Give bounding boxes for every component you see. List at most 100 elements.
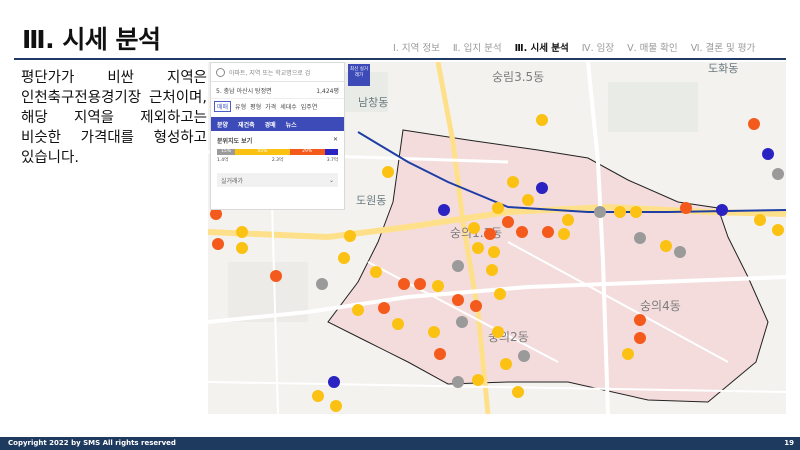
price-dot[interactable]: [330, 400, 342, 412]
price-dot[interactable]: [312, 390, 324, 402]
price-dot[interactable]: [772, 224, 784, 236]
price-dot[interactable]: [452, 294, 464, 306]
page-title: Ⅲ. 시세 분석: [22, 25, 161, 54]
price-dot[interactable]: [236, 226, 248, 238]
price-dot[interactable]: [212, 238, 224, 250]
filter-units[interactable]: 세대수: [280, 102, 297, 111]
price-dot[interactable]: [378, 302, 390, 314]
price-dot[interactable]: [316, 278, 328, 290]
distribution-header: 분위지도 보기 ✕: [211, 131, 344, 145]
price-dot[interactable]: [516, 226, 528, 238]
price-dot[interactable]: [660, 240, 672, 252]
price-dot[interactable]: [382, 166, 394, 178]
tab-rebuild[interactable]: 재건축: [238, 120, 255, 129]
price-dot[interactable]: [634, 332, 646, 344]
price-dot[interactable]: [494, 288, 506, 300]
price-dot[interactable]: [502, 216, 514, 228]
area-label-sungui4: 숭의4동: [640, 299, 681, 313]
tab-auction[interactable]: 경매: [265, 120, 276, 129]
price-dot[interactable]: [522, 194, 534, 206]
trade-badge[interactable]: 최신 실거래가: [348, 64, 370, 86]
body-paragraph: 평단가가 비싼 지역은 인천축구전용경기장 근처이며, 해당 지역을 제외하고는…: [21, 70, 207, 166]
title-divider: [14, 58, 786, 60]
price-dot[interactable]: [500, 358, 512, 370]
price-dot[interactable]: [674, 246, 686, 258]
price-dot[interactable]: [432, 280, 444, 292]
filter-size[interactable]: 평형: [250, 102, 261, 111]
price-dot[interactable]: [236, 242, 248, 254]
price-dot[interactable]: [414, 278, 426, 290]
price-dot[interactable]: [472, 242, 484, 254]
price-dot[interactable]: [484, 228, 496, 240]
price-dot[interactable]: [456, 316, 468, 328]
price-dot[interactable]: [434, 348, 446, 360]
price-dot[interactable]: [536, 182, 548, 194]
distribution-marks: 1.4억 2.3억 3.7억: [217, 157, 338, 163]
close-icon[interactable]: ✕: [333, 136, 338, 145]
price-dot[interactable]: [352, 304, 364, 316]
price-dot[interactable]: [558, 228, 570, 240]
filter-year[interactable]: 입주연: [301, 102, 318, 111]
price-dot[interactable]: [754, 214, 766, 226]
dist-segment-low: 15%: [217, 149, 236, 155]
price-dot[interactable]: [468, 222, 480, 234]
price-dot[interactable]: [328, 376, 340, 388]
map-search-input[interactable]: 아파트, 지역 또는 학교명으로 검: [229, 68, 310, 77]
page-number: 19: [784, 439, 794, 447]
price-dot[interactable]: [470, 300, 482, 312]
distribution-bar: 15% 45% 29%: [217, 149, 338, 155]
footer: Copyright 2022 by SMS All rights reserve…: [0, 437, 800, 450]
nav-item-listing[interactable]: Ⅴ. 매물 확인: [627, 43, 678, 54]
price-dot[interactable]: [472, 374, 484, 386]
nav-item-location[interactable]: Ⅱ. 입지 분석: [453, 43, 502, 54]
price-dot[interactable]: [680, 202, 692, 214]
trade-price-label: 실거래가: [221, 177, 244, 185]
price-dot[interactable]: [370, 266, 382, 278]
price-dot[interactable]: [428, 326, 440, 338]
filter-type[interactable]: 유형: [235, 102, 246, 111]
chevron-down-icon: ⌄: [328, 176, 334, 184]
price-dot[interactable]: [452, 260, 464, 272]
filter-trade[interactable]: 매매: [214, 100, 232, 112]
filter-price[interactable]: 가격: [265, 102, 276, 111]
price-dot[interactable]: [762, 148, 774, 160]
price-dot[interactable]: [622, 348, 634, 360]
price-dot[interactable]: [748, 118, 760, 130]
price-dot[interactable]: [392, 318, 404, 330]
trade-price-dropdown[interactable]: 실거래가 ⌄: [217, 173, 338, 187]
price-dot[interactable]: [630, 206, 642, 218]
price-dot[interactable]: [338, 252, 350, 264]
price-dot[interactable]: [270, 270, 282, 282]
price-dot[interactable]: [344, 230, 356, 242]
price-dot[interactable]: [512, 386, 524, 398]
price-dot[interactable]: [634, 314, 646, 326]
price-dot[interactable]: [562, 214, 574, 226]
nav-item-visit[interactable]: Ⅳ. 임장: [582, 43, 614, 54]
footer-copyright: Copyright 2022 by SMS All rights reserve…: [8, 439, 176, 447]
price-dot[interactable]: [488, 246, 500, 258]
location-value: 1,424평: [316, 87, 339, 95]
price-dot[interactable]: [398, 278, 410, 290]
price-dot[interactable]: [507, 176, 519, 188]
location-selector[interactable]: 5. 충남 아산시 탕정면 1,424평: [211, 82, 344, 99]
price-dot[interactable]: [492, 202, 504, 214]
price-dot[interactable]: [594, 206, 606, 218]
distribution-title: 분위지도 보기: [217, 138, 253, 145]
price-dot[interactable]: [542, 226, 554, 238]
nav-item-conclusion[interactable]: Ⅵ. 결론 및 평가: [691, 43, 756, 54]
price-dot[interactable]: [716, 204, 728, 216]
nav-item-price[interactable]: Ⅲ. 시세 분석: [515, 43, 569, 54]
price-dot[interactable]: [486, 264, 498, 276]
price-dot[interactable]: [614, 206, 626, 218]
tab-news[interactable]: 뉴스: [286, 120, 297, 129]
price-dot[interactable]: [452, 376, 464, 388]
price-dot[interactable]: [438, 204, 450, 216]
price-dot[interactable]: [772, 168, 784, 180]
price-dot[interactable]: [634, 232, 646, 244]
nav-item-region[interactable]: Ⅰ. 지역 정보: [393, 43, 440, 54]
map-search-box[interactable]: 아파트, 지역 또는 학교명으로 검: [211, 63, 344, 82]
price-dot[interactable]: [518, 350, 530, 362]
tab-presale[interactable]: 분양: [217, 120, 228, 129]
price-dot[interactable]: [492, 326, 504, 338]
price-dot[interactable]: [536, 114, 548, 126]
